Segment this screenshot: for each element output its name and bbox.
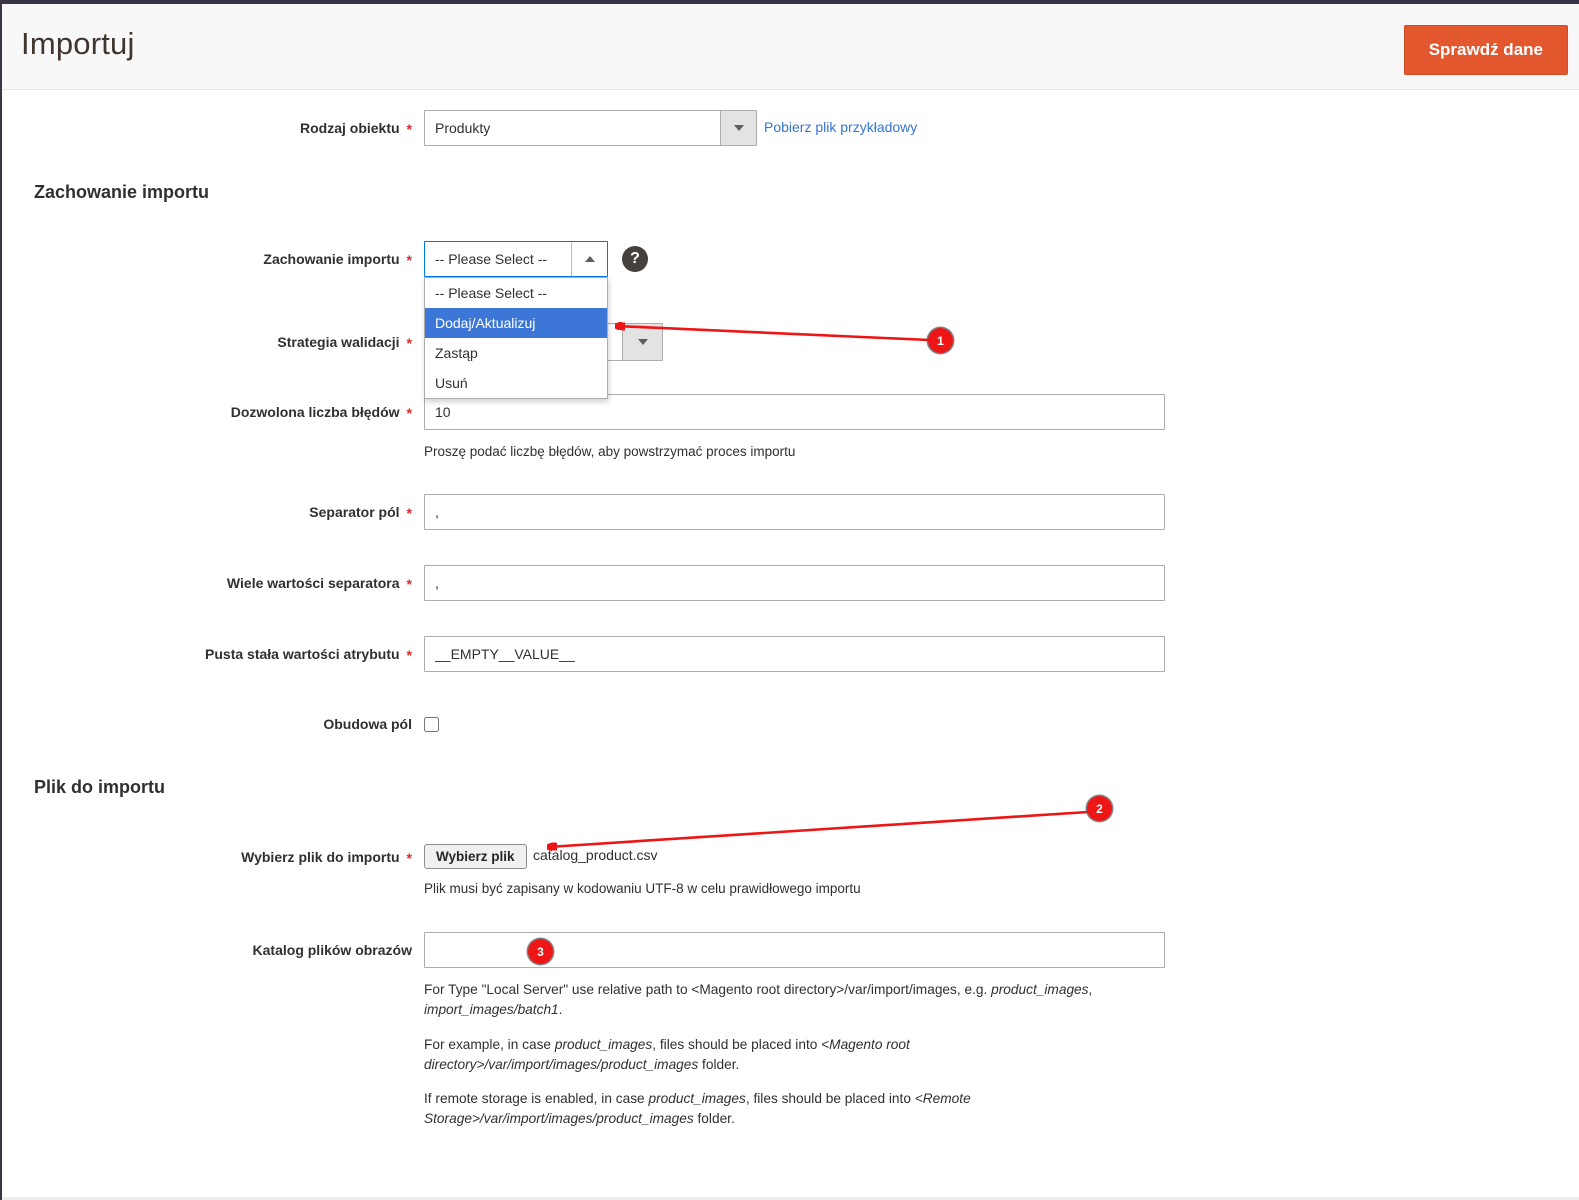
required-marker: * — [407, 576, 412, 592]
section-import-behavior: Zachowanie importu — [34, 182, 209, 203]
select-file-label: Wybierz plik do importu — [241, 849, 399, 865]
selected-file-name: catalog_product.csv — [533, 847, 658, 863]
help-icon[interactable]: ? — [622, 246, 648, 272]
import-behavior-dropdown-toggle[interactable] — [571, 242, 607, 276]
select-file-note: Plik musi być zapisany w kodowaniu UTF-8… — [424, 881, 861, 896]
required-marker: * — [407, 121, 412, 137]
required-marker: * — [407, 505, 412, 521]
entity-type-value: Produkty — [425, 111, 720, 145]
dropdown-option-delete[interactable]: Usuń — [425, 368, 607, 398]
section-file-to-import: Plik do importu — [34, 777, 165, 798]
validation-strategy-label-row: Strategia walidacji * — [0, 323, 412, 361]
import-behavior-value: -- Please Select -- — [425, 242, 571, 276]
empty-attribute-constant-label-row: Pusta stała wartości atrybutu * — [0, 636, 412, 672]
images-directory-label-row: Katalog plików obrazów — [0, 932, 412, 968]
multi-value-separator-input[interactable] — [424, 565, 1165, 601]
required-marker: * — [407, 647, 412, 663]
import-behavior-dropdown-list: -- Please Select -- Dodaj/Aktualizuj Zas… — [424, 277, 608, 399]
allowed-errors-label: Dozwolona liczba błędów — [231, 404, 400, 420]
allowed-errors-note: Proszę podać liczbę błędów, aby powstrzy… — [424, 444, 795, 459]
import-behavior-label: Zachowanie importu — [263, 251, 399, 267]
required-marker: * — [407, 850, 412, 866]
annotation-badge-2: 2 — [1087, 796, 1112, 821]
select-file-label-row: Wybierz plik do importu * — [0, 843, 412, 871]
empty-attribute-constant-input[interactable] — [424, 636, 1165, 672]
choose-file-button[interactable]: Wybierz plik — [424, 844, 527, 869]
empty-attribute-constant-label: Pusta stała wartości atrybutu — [205, 646, 400, 662]
import-page: Importuj Sprawdź dane Rodzaj obiektu * P… — [0, 0, 1579, 1200]
dropdown-option-add-update[interactable]: Dodaj/Aktualizuj — [425, 308, 607, 338]
validation-strategy-label: Strategia walidacji — [277, 334, 399, 350]
entity-type-label-row: Rodzaj obiektu * — [0, 110, 412, 146]
entity-type-select[interactable]: Produkty — [424, 110, 757, 146]
required-marker: * — [407, 252, 412, 268]
field-separator-label-row: Separator pól * — [0, 494, 412, 530]
check-data-button[interactable]: Sprawdź dane — [1404, 25, 1568, 75]
field-separator-label: Separator pól — [309, 504, 399, 520]
multi-value-separator-label-row: Wiele wartości separatora * — [0, 565, 412, 601]
images-directory-note-3: If remote storage is enabled, in case pr… — [424, 1089, 1114, 1128]
dropdown-option-replace[interactable]: Zastąp — [425, 338, 607, 368]
images-directory-label: Katalog plików obrazów — [253, 942, 412, 958]
annotation-badge-1: 1 — [928, 328, 953, 353]
images-directory-note-2: For example, in case product_images, fil… — [424, 1035, 1114, 1074]
entity-type-label: Rodzaj obiektu — [300, 120, 400, 136]
multi-value-separator-label: Wiele wartości separatora — [227, 575, 400, 591]
allowed-errors-input[interactable] — [424, 394, 1165, 430]
fields-enclosure-label-row: Obudowa pól — [0, 709, 412, 739]
annotation-arrow-2 — [548, 812, 1088, 847]
entity-type-dropdown-toggle[interactable] — [720, 111, 756, 145]
annotation-badge-3: 3 — [528, 939, 553, 964]
caret-down-icon — [734, 125, 744, 131]
page-title: Importuj — [21, 26, 135, 62]
allowed-errors-label-row: Dozwolona liczba błędów * — [0, 394, 412, 430]
required-marker: * — [407, 335, 412, 351]
caret-up-icon — [585, 256, 595, 262]
field-separator-input[interactable] — [424, 494, 1165, 530]
caret-down-icon — [638, 339, 648, 345]
fields-enclosure-checkbox[interactable] — [424, 717, 439, 732]
download-sample-file-link[interactable]: Pobierz plik przykładowy — [764, 119, 917, 135]
page-header: Importuj Sprawdź dane — [2, 4, 1579, 90]
dropdown-option-please-select[interactable]: -- Please Select -- — [425, 278, 607, 308]
fields-enclosure-label: Obudowa pól — [323, 716, 412, 732]
required-marker: * — [407, 405, 412, 421]
validation-strategy-dropdown-toggle[interactable] — [622, 324, 662, 360]
import-behavior-select[interactable]: -- Please Select -- — [424, 241, 608, 277]
import-behavior-label-row: Zachowanie importu * — [0, 241, 412, 277]
images-directory-note-1: For Type "Local Server" use relative pat… — [424, 980, 1114, 1019]
